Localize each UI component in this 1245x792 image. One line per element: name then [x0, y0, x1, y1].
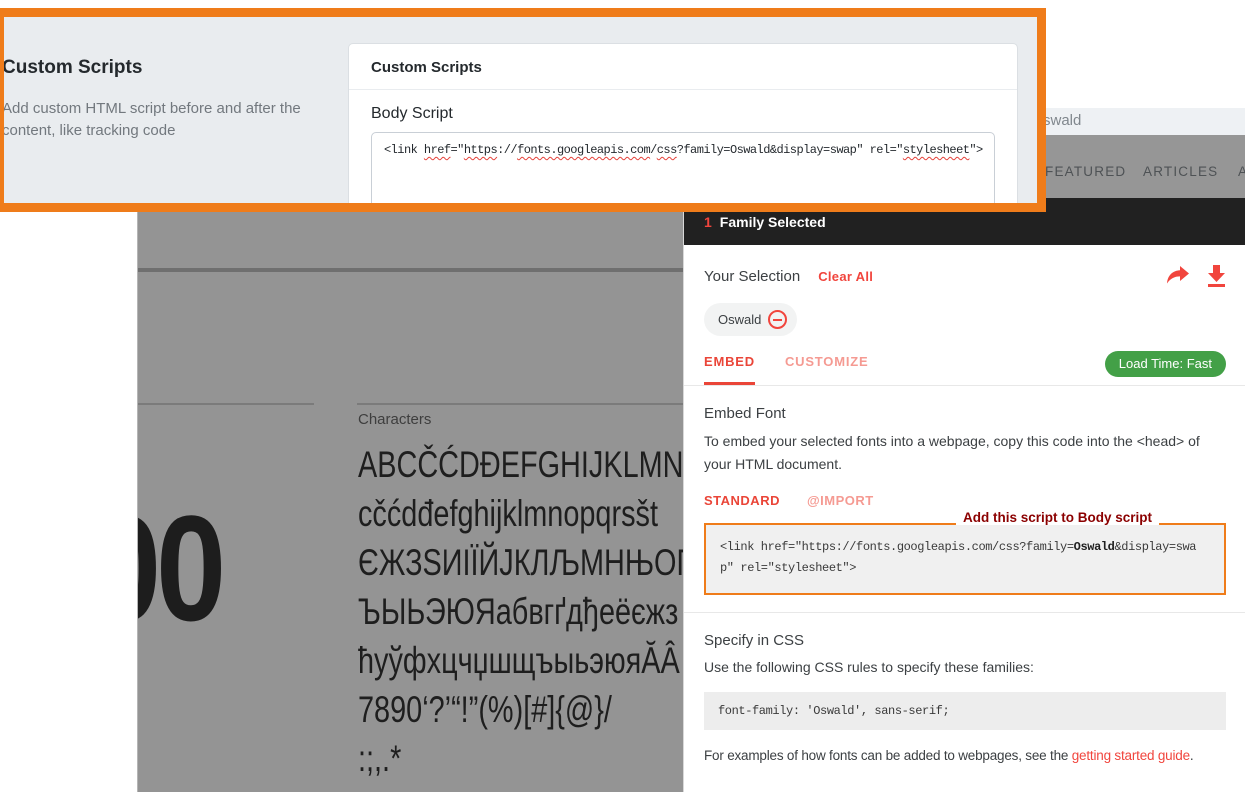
font-weight-number: 700	[138, 492, 234, 647]
body-script-label: Body Script	[371, 105, 995, 123]
clear-all-button[interactable]: Clear All	[818, 269, 873, 284]
selected-family-chip: Oswald	[704, 303, 797, 336]
drawer-body: Your Selection Clear All Oswald	[684, 245, 1245, 792]
body-script-textarea[interactable]: <link href="https://fonts.googleapis.com…	[371, 132, 995, 212]
embed-font-heading: Embed Font	[704, 405, 1226, 422]
custom-scripts-card: Custom Scripts Body Script <link href="h…	[348, 43, 1018, 212]
annotation-callout: Add this script to Body script	[704, 510, 1226, 525]
char-line: cčćdđefghijklmnopqrsšt	[358, 489, 684, 538]
code-family-name: Oswald	[1074, 540, 1115, 554]
selected-count: 1	[704, 214, 712, 230]
footer-help-text: For examples of how fonts can be added t…	[704, 748, 1226, 763]
annotation-label: Add this script to Body script	[956, 510, 1159, 525]
load-time-badge: Load Time: Fast	[1105, 351, 1226, 377]
specimen-rule-right	[357, 403, 684, 405]
divider	[684, 385, 1245, 386]
annotation-line	[1159, 523, 1226, 525]
css-code-block[interactable]: font-family: 'Oswald', sans-serif;	[704, 692, 1226, 730]
chip-family-name: Oswald	[718, 312, 761, 327]
tab-embed[interactable]: EMBED	[704, 354, 755, 385]
your-selection-title: Your Selection	[704, 268, 800, 285]
settings-page-title: Custom Scripts	[2, 57, 142, 79]
selection-drawer: 1 Family Selected Your Selection Clear A…	[684, 198, 1245, 792]
char-line: :;,.*	[358, 734, 684, 783]
nav-tab-featured[interactable]: FEATURED	[1045, 164, 1126, 179]
getting-started-link[interactable]: getting started guide	[1072, 748, 1190, 763]
char-line: ЪЫЬЭЮЯабвгґдђеёєжз	[358, 587, 684, 636]
char-line: ћуўфхцчџшщъыьэюяĂÂ	[358, 636, 684, 685]
tab-customize[interactable]: CUSTOMIZE	[785, 354, 869, 385]
characters-heading: Characters	[358, 411, 431, 428]
specify-css-description: Use the following CSS rules to specify t…	[704, 656, 1226, 679]
search-input-value[interactable]: swald	[1043, 112, 1081, 129]
char-line: 7890‘?’“!”(%)[#]{@}/	[358, 685, 684, 734]
custom-scripts-highlight-box: Custom Scripts Add custom HTML script be…	[0, 8, 1046, 212]
specify-css-heading: Specify in CSS	[704, 632, 1226, 649]
settings-page-description: Add custom HTML script before and after …	[2, 98, 318, 142]
specimen-rule-left	[138, 403, 314, 405]
screenshot-root: swald FEATURED ARTICLES A 700 Characters…	[0, 0, 1245, 792]
subtab-import[interactable]: @IMPORT	[807, 493, 874, 508]
nav-tab-articles[interactable]: ARTICLES	[1143, 164, 1218, 179]
download-icon[interactable]	[1207, 265, 1226, 287]
remove-family-icon[interactable]	[768, 310, 787, 329]
nav-tab-about[interactable]: A	[1238, 164, 1245, 179]
divider	[684, 612, 1245, 613]
embed-font-description: To embed your selected fonts into a webp…	[704, 430, 1226, 476]
annotation-line	[704, 523, 956, 525]
specimen-divider-band	[138, 268, 684, 272]
card-title: Custom Scripts	[349, 44, 1017, 90]
subtab-standard[interactable]: STANDARD	[704, 493, 780, 508]
share-icon[interactable]	[1166, 266, 1189, 286]
selected-label: Family Selected	[720, 214, 826, 230]
character-set-sample: ABCČĆDĐEFGHIJKLMNOP cčćdđefghijklmnopqrs…	[358, 440, 684, 783]
font-specimen-panel: 700 Characters ABCČĆDĐEFGHIJKLMNOP cčćdđ…	[138, 198, 684, 792]
embed-code-block[interactable]: <link href="https://fonts.googleapis.com…	[704, 525, 1226, 595]
char-line: ЄЖЗЅИІЇЙЈКЛЉМНЊОПР	[358, 538, 684, 587]
char-line: ABCČĆDĐEFGHIJKLMNOP	[358, 440, 684, 489]
